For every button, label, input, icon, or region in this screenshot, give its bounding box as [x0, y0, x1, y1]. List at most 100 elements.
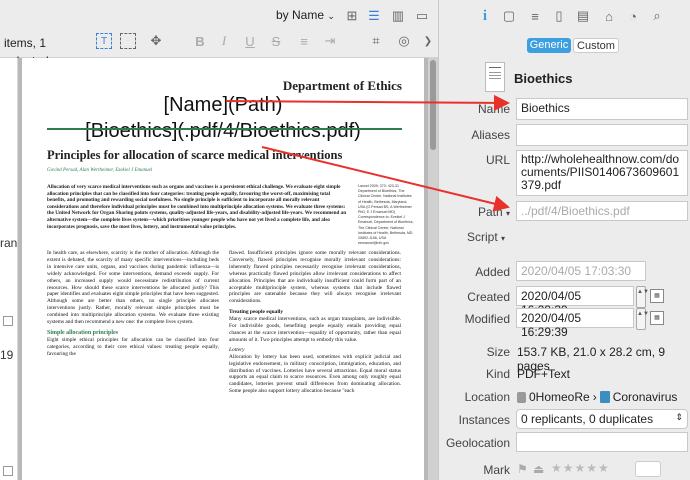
script-dropdown[interactable]: Script ▾	[467, 230, 505, 244]
list-view-icon[interactable]: ☰	[366, 8, 382, 24]
geolocation-field[interactable]	[516, 432, 688, 452]
pdf-page[interactable]: Department of Ethics [Name](Path) [Bioet…	[22, 58, 424, 480]
mark-flag-icon[interactable]: ⚑	[517, 462, 528, 476]
name-field[interactable]: Bioethics	[516, 98, 688, 120]
col2-subheading-2: Lottery	[229, 346, 245, 353]
clock-icon[interactable]: ◔	[625, 8, 641, 24]
added-label: Added	[475, 265, 510, 279]
list-item-icon	[3, 316, 13, 326]
created-label: Created	[467, 290, 510, 304]
list-item-fragment: ran	[0, 236, 18, 250]
kind-value: PDF+Text	[517, 367, 571, 381]
grid-view-icon[interactable]: ⊞	[344, 8, 360, 24]
sort-label: by Name	[276, 8, 325, 22]
underline-icon[interactable]: U	[242, 33, 258, 49]
col2-subheading: Treating people equally	[229, 309, 284, 316]
location-path[interactable]: 0HomeoRe › Coronavirus	[517, 390, 677, 404]
paper-title: Principles for allocation of scarce medi…	[47, 148, 343, 162]
aliases-field[interactable]	[516, 124, 688, 146]
modified-field[interactable]: 2020/04/05 16:29:39	[516, 308, 634, 339]
location-label: Location	[464, 390, 510, 404]
crop-icon[interactable]: ◎	[396, 33, 412, 49]
tab-generic[interactable]: Generic	[527, 38, 571, 53]
instances-label: Instances	[458, 413, 510, 427]
green-rule	[47, 128, 402, 130]
paper-authors: Govind Persad, Alan Wertheimer, Ezekiel …	[47, 168, 153, 173]
paper-column-2: flawed. Insufficient principles ignore s…	[229, 250, 401, 395]
search-icon[interactable]: ⌕	[649, 8, 665, 24]
size-label: Size	[486, 345, 510, 359]
url-label: URL	[485, 153, 510, 167]
chevron-down-icon: ▾	[501, 234, 506, 243]
annotation-line-2: [Bioethics](.pdf/4/Bioethics.pdf)	[85, 120, 361, 142]
chevron-updown-icon: ⇕	[675, 412, 683, 422]
created-stepper[interactable]: ▲▼	[636, 286, 649, 308]
col1-tail: Eight simple ethical principles for allo…	[47, 336, 219, 357]
added-field: 2020/04/05 17:03:30	[516, 261, 646, 281]
calendar-icon[interactable]: ▦	[650, 311, 664, 325]
selection-status: items, 1 selected	[4, 36, 49, 68]
strikethrough-icon[interactable]: S	[268, 33, 284, 49]
geolocation-label: Geolocation	[445, 436, 510, 450]
columns-view-icon[interactable]: ▥	[390, 8, 406, 24]
instances-dropdown[interactable]: 0 replicants, 0 duplicates ⇕	[516, 409, 688, 429]
department-heading: Department of Ethics	[282, 78, 402, 93]
tab-custom[interactable]: Custom	[573, 38, 619, 53]
marquee-select-icon[interactable]	[120, 33, 136, 49]
script-label: Script	[467, 230, 498, 244]
instances-value: 0 replicants, 0 duplicates	[521, 412, 654, 426]
location-group: Coronavirus	[612, 390, 678, 404]
database-icon	[517, 391, 526, 403]
cover-view-icon[interactable]: ▭	[414, 8, 430, 24]
document-icon[interactable]: ▯	[551, 8, 567, 24]
frame-icon[interactable]: ⌗	[368, 33, 384, 49]
modified-stepper[interactable]: ▲▼	[636, 308, 649, 330]
annotations-icon[interactable]: ▢	[501, 8, 517, 24]
label-icon[interactable]: ⏏	[533, 462, 544, 476]
name-label: Name	[477, 102, 510, 116]
rating-stars[interactable]: ★★★★★	[551, 461, 610, 475]
path-field[interactable]: ../pdf/4/Bioethics.pdf	[516, 201, 688, 221]
chevron-down-icon: ⌄	[327, 11, 335, 21]
kind-label: Kind	[485, 367, 510, 381]
path-label-text: Path	[477, 205, 503, 219]
col1-subheading: Simple allocation principles	[47, 329, 119, 336]
aliases-label: Aliases	[471, 128, 510, 142]
paper-abstract: Allocation of very scarce medical interv…	[47, 184, 347, 230]
inspector-panel: i ▢ ≡ ▯ ▤ ⌂ ◔ ⌕ Generic Custom Bioethics…	[438, 0, 690, 480]
label-selector[interactable]	[635, 461, 661, 477]
col1-body: In health care, as elsewhere, scarcity i…	[47, 250, 219, 326]
pdf-scrollbar-thumb[interactable]	[430, 60, 436, 150]
calendar-icon[interactable]: ▦	[650, 289, 664, 303]
text-style-icon[interactable]: ≡	[296, 33, 312, 49]
paper-column-1: In health care, as elsewhere, scarcity i…	[47, 250, 219, 358]
col2-para-b: Allocation by lottery has been used, som…	[229, 353, 401, 395]
more-icon[interactable]: ❯	[420, 33, 436, 49]
list-item-fragment: 19	[0, 348, 14, 362]
tag-icon[interactable]: ⌂	[601, 8, 617, 24]
bold-icon[interactable]: B	[192, 33, 208, 49]
item-list-strip[interactable]: ran 19	[0, 58, 18, 480]
info-icon[interactable]: i	[477, 8, 493, 24]
chevron-right-icon: ›	[592, 390, 597, 404]
group-icon	[599, 391, 610, 403]
sort-dropdown[interactable]: by Name ⌄	[276, 8, 335, 22]
path-label[interactable]: Path ▾	[439, 205, 510, 219]
move-icon[interactable]: ✥	[148, 33, 164, 49]
links-icon[interactable]: ≡	[527, 8, 543, 24]
text-select-icon[interactable]: T	[96, 33, 112, 49]
col2-body: flawed. Insufficient principles ignore s…	[229, 250, 401, 305]
paper-sidenote: Lancet 2009; 373: 423-31 Department of B…	[358, 184, 414, 246]
col2-para-a: Many scarce medical interventions, such …	[229, 316, 401, 343]
annotation-line-1: [Name](Path)	[163, 94, 283, 116]
created-field[interactable]: 2020/04/05 16:29:39	[516, 286, 634, 317]
concordance-icon[interactable]: ▤	[575, 8, 591, 24]
italic-icon[interactable]: I	[216, 33, 232, 49]
url-field[interactable]: http://wholehealthnow.com/documents/PIIS…	[516, 150, 688, 196]
document-title: Bioethics	[514, 71, 573, 86]
chevron-down-icon: ▾	[505, 209, 510, 218]
modified-label: Modified	[464, 312, 510, 326]
document-thumbnail	[485, 62, 505, 92]
list-item-icon	[3, 466, 13, 476]
indent-icon[interactable]: ⇥	[322, 33, 338, 49]
